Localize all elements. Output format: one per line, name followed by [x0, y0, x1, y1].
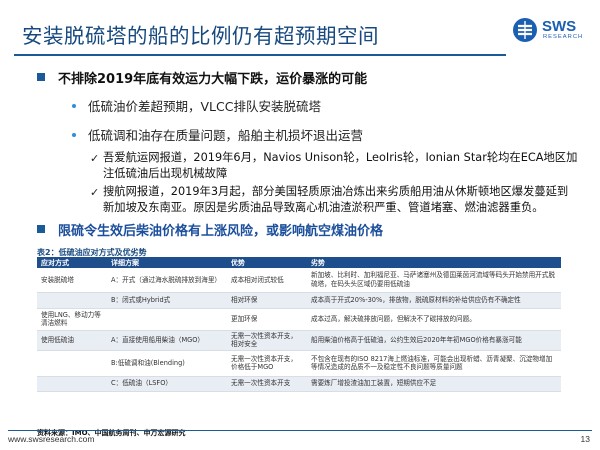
table-cell-detail	[107, 308, 227, 331]
table-cell-con: 不包含在现有的ISO 8217海上燃油标准，可能会出现析蜡、沥青凝聚、沉淀物增加…	[307, 350, 561, 377]
table-cell-detail: A：开式（通过海水脱硫排放到海里）	[107, 268, 227, 293]
logo-subtext: RESEARCH	[543, 34, 584, 40]
table-cell-method	[37, 350, 107, 377]
column-header: 应对方式	[37, 257, 107, 268]
table-cell-pro: 相对环保	[227, 292, 307, 309]
slide-title: 安装脱硫塔的船的比例仍有超预期空间	[22, 24, 379, 48]
table-row: 安装脱硫塔 A：开式（通过海水脱硫排放到海里） 成本相对闭式较低 新加坡、比利时、加利…	[37, 268, 561, 293]
logo-text: SWS	[542, 18, 577, 35]
table-cell-method: 安装脱硫塔	[37, 268, 107, 293]
checkmark-icon: ✓	[90, 152, 100, 165]
table-cell-pro: 无需一次性资本开支，相对安全	[227, 330, 307, 351]
check-line: 搜航网报道，2019年3月起，部分美国轻质原油冶炼出来劣质船用油从休斯顿地区爆发…	[103, 185, 569, 198]
table-cell-pro: 成本相对闭式较低	[227, 268, 307, 293]
check-line: 新加坡及东南亚。原因是劣质油品导致离心机油渣淤积严重、管道堵塞、燃油滤器重负。	[103, 201, 544, 214]
bullet-dot-icon	[72, 104, 76, 108]
table-cell-detail: B：闭式或Hybrid式	[107, 292, 227, 309]
table-cell-con: 成本过高，解决硫排放问题，但解决不了碳排放的问题。	[307, 308, 561, 331]
strategy-table: 应对方式 详细方案 优势 劣势 安装脱硫塔 A：开式（通过海水脱硫排放到海里） 成本…	[37, 257, 561, 392]
sws-logo: SWS RESEARCH	[512, 16, 592, 46]
header-divider	[14, 54, 506, 56]
table-cell-method	[37, 292, 107, 309]
table-cell-pro: 更加环保	[227, 308, 307, 331]
table-cell-detail: B:低硫调和油(Blending)	[107, 350, 227, 377]
table-cell-method: 使用低硫油	[37, 330, 107, 351]
table-row: C：低硫油（LSFO） 无需一次性资本开支 需要炼厂增投渣油加工装置，短期供应不足	[37, 376, 561, 392]
table-cell-pro: 无需一次性资本开支，价格低于MGO	[227, 350, 307, 377]
page-number: 13	[580, 434, 590, 444]
bullet-item: 低硫油价差超预期，VLCC排队安装脱硫塔	[88, 99, 321, 114]
column-header: 优势	[227, 257, 307, 268]
bullet-item: 低硫调和油存在质量问题，船舶主机损坏退出运营	[88, 128, 364, 143]
check-line: 注低硫油后出现机械故障	[103, 167, 228, 180]
footer-url[interactable]: www.swsresearch.com	[8, 434, 94, 444]
table-row: 使用LNG、移动力等清洁燃料 更加环保 成本过高，解决硫排放问题，但解决不了碳排放的…	[37, 308, 561, 331]
table-cell-method: 使用LNG、移动力等清洁燃料	[37, 308, 107, 331]
footer-divider	[8, 430, 592, 431]
check-item: 吾爱航运网报道，2019年6月，Navios Unison轮，LeoIris轮，…	[103, 150, 577, 182]
section-square-icon	[37, 225, 45, 233]
bullet-dot-icon	[72, 133, 76, 137]
check-item: 搜航网报道，2019年3月起，部分美国轻质原油冶炼出来劣质船用油从休斯顿地区爆发…	[103, 184, 568, 216]
column-header: 详细方案	[107, 257, 227, 268]
table-cell-con: 新加坡、比利时、加利福尼亚、马萨诸塞州及德国莱茵河流域等码头开始禁用开式脱硫塔，…	[307, 268, 561, 293]
table-cell-detail: C：低硫油（LSFO）	[107, 376, 227, 392]
table-cell-con: 需要炼厂增投渣油加工装置，短期供应不足	[307, 376, 561, 392]
table-header-row: 应对方式 详细方案 优势 劣势	[37, 257, 561, 268]
table-cell-con: 船用柴油价格高于低硫油，公约生效后2020年年初MGO价格有暴涨可能	[307, 330, 561, 351]
slide-header: 安装脱硫塔的船的比例仍有超预期空间 SWS RESEARCH	[0, 0, 600, 62]
section-heading-1: 不排除2019年底有效运力大幅下跌，运价暴涨的可能	[58, 72, 368, 87]
column-header: 劣势	[307, 257, 561, 268]
table-cell-pro: 无需一次性资本开支	[227, 376, 307, 392]
section-heading-2: 限硫令生效后柴油价格有上涨风险，或影响航空煤油价格	[58, 224, 384, 239]
table-row: B:低硫调和油(Blending) 无需一次性资本开支，价格低于MGO 不包含在现有…	[37, 350, 561, 377]
section-square-icon	[37, 73, 45, 81]
table-cell-method	[37, 376, 107, 392]
table-cell-detail: A：直接使用船用柴油（MGO）	[107, 330, 227, 351]
checkmark-icon: ✓	[90, 186, 100, 199]
sws-logo-icon	[513, 18, 537, 42]
check-line: 吾爱航运网报道，2019年6月，Navios Unison轮，LeoIris轮，…	[103, 151, 578, 164]
table-row: 使用低硫油 A：直接使用船用柴油（MGO） 无需一次性资本开支，相对安全 船用柴油价格…	[37, 330, 561, 351]
table-cell-con: 成本高于开式20%-30%，排放物，脱硫原材料的补给供应仍有不确定性	[307, 292, 561, 309]
table-row: B：闭式或Hybrid式 相对环保 成本高于开式20%-30%，排放物，脱硫原材料的…	[37, 292, 561, 309]
